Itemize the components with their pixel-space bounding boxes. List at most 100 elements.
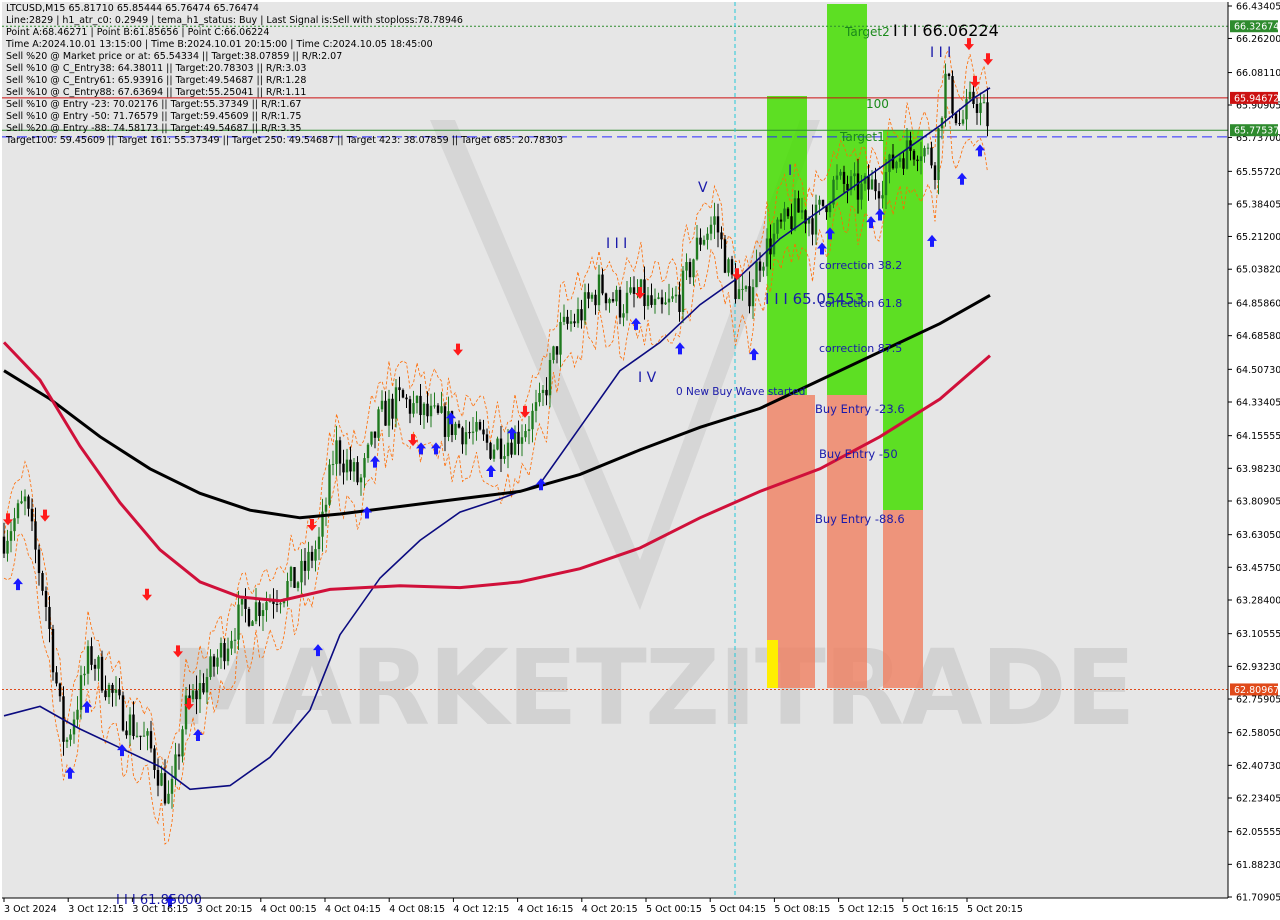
candle-body bbox=[97, 656, 100, 669]
candle-body bbox=[916, 159, 919, 162]
candle-body bbox=[16, 503, 20, 519]
info-line: Time A:2024.10.01 13:15:00 | Time B:2024… bbox=[6, 39, 433, 50]
chart-annotation: V bbox=[698, 180, 708, 196]
candle-body bbox=[961, 119, 965, 124]
price-tag-label: 65.94672 bbox=[1234, 93, 1279, 104]
candle-body bbox=[27, 496, 30, 509]
candle-body bbox=[345, 459, 349, 473]
candle-body bbox=[153, 748, 156, 770]
candle-body bbox=[247, 608, 251, 626]
candle-body bbox=[335, 440, 338, 465]
candle-body bbox=[244, 599, 247, 609]
candle-body bbox=[184, 695, 188, 730]
y-tick-label: 64.15555 bbox=[1236, 431, 1280, 442]
candle-body bbox=[20, 501, 23, 504]
info-line: Line:2829 | h1_atr_c0: 0.2949 | tema_h1_… bbox=[6, 15, 463, 26]
candle-body bbox=[965, 99, 968, 120]
x-tick-label: 3 Oct 16:15 bbox=[132, 904, 188, 915]
candle-body bbox=[331, 464, 335, 466]
candle-body bbox=[83, 673, 86, 676]
candle-body bbox=[216, 657, 219, 667]
candle-body bbox=[107, 684, 111, 698]
candle-body bbox=[338, 440, 342, 464]
candle-body bbox=[114, 689, 118, 693]
candle-body bbox=[534, 402, 538, 411]
candle-body bbox=[979, 102, 982, 113]
candle-body bbox=[492, 449, 496, 459]
candle-body bbox=[139, 735, 142, 737]
candle-body bbox=[821, 199, 825, 206]
candle-body bbox=[818, 199, 821, 205]
candle-body bbox=[135, 735, 139, 737]
candle-body bbox=[394, 387, 398, 419]
candle-body bbox=[706, 233, 709, 240]
candle-body bbox=[576, 309, 580, 324]
candle-body bbox=[111, 684, 114, 693]
chart-annotation: I bbox=[788, 163, 792, 179]
candle-body bbox=[30, 508, 34, 522]
candle-body bbox=[839, 171, 842, 176]
candle-body bbox=[471, 431, 475, 433]
candle-body bbox=[149, 731, 153, 749]
y-tick-label: 65.21200 bbox=[1236, 232, 1280, 243]
candle-body bbox=[23, 496, 27, 502]
chart-annotation: 100 bbox=[866, 97, 889, 111]
candle-body bbox=[104, 690, 107, 698]
y-tick-label: 66.43405 bbox=[1236, 2, 1280, 13]
candle-body bbox=[391, 398, 394, 419]
candle-body bbox=[905, 140, 909, 169]
info-line: LTCUSD,M15 65.81710 65.85444 65.76474 65… bbox=[6, 3, 259, 14]
candle-body bbox=[779, 219, 783, 222]
candle-body bbox=[384, 400, 387, 426]
candle-body bbox=[415, 395, 419, 404]
chart-annotation: Buy Entry -23.6 bbox=[815, 402, 905, 416]
candle-body bbox=[279, 603, 282, 605]
candle-body bbox=[300, 560, 303, 583]
candle-body bbox=[643, 279, 646, 307]
candle-body bbox=[776, 219, 779, 234]
price-tag-label: 66.32674 bbox=[1234, 22, 1279, 33]
y-tick-label: 65.03820 bbox=[1236, 265, 1280, 276]
candle-body bbox=[440, 406, 443, 413]
candle-body bbox=[212, 656, 216, 667]
candle-body bbox=[671, 296, 674, 299]
y-tick-label: 64.33405 bbox=[1236, 398, 1280, 409]
candle-body bbox=[968, 91, 972, 100]
x-tick-label: 4 Oct 08:15 bbox=[389, 904, 445, 915]
x-tick-label: 4 Oct 12:15 bbox=[453, 904, 509, 915]
candle-body bbox=[632, 287, 636, 294]
candle-body bbox=[503, 456, 506, 459]
candle-body bbox=[559, 321, 562, 355]
candle-body bbox=[398, 387, 401, 391]
candle-body bbox=[524, 431, 527, 438]
candle-body bbox=[65, 739, 69, 742]
candle-body bbox=[314, 549, 317, 561]
candle-body bbox=[377, 409, 380, 438]
candle-body bbox=[730, 259, 734, 275]
candle-body bbox=[125, 730, 128, 736]
candle-body bbox=[741, 288, 744, 290]
y-tick-label: 61.70905 bbox=[1236, 893, 1280, 904]
y-tick-label: 63.45750 bbox=[1236, 563, 1280, 574]
candle-body bbox=[758, 261, 762, 271]
candle-body bbox=[352, 462, 356, 472]
candle-body bbox=[69, 734, 72, 740]
info-line: Target100: 59.45609 || Target 161: 55.37… bbox=[6, 135, 564, 146]
candle-body bbox=[842, 171, 846, 184]
info-line: Sell %20 @ Entry -88: 74.58173 || Target… bbox=[6, 123, 302, 134]
candle-body bbox=[478, 421, 482, 430]
candle-body bbox=[254, 602, 258, 622]
candle-body bbox=[510, 442, 513, 455]
candle-body bbox=[811, 218, 814, 235]
candle-body bbox=[954, 113, 958, 124]
chart-annotation: Buy Entry -50 bbox=[819, 447, 898, 461]
x-tick-label: 4 Oct 04:15 bbox=[325, 904, 381, 915]
x-tick-label: 5 Oct 20:15 bbox=[967, 904, 1023, 915]
candle-body bbox=[933, 165, 937, 181]
candle-body bbox=[405, 397, 408, 400]
candle-body bbox=[289, 567, 293, 582]
candle-body bbox=[538, 393, 541, 403]
candle-body bbox=[55, 672, 58, 684]
x-tick-label: 5 Oct 00:15 bbox=[646, 904, 702, 915]
candle-body bbox=[195, 690, 198, 700]
